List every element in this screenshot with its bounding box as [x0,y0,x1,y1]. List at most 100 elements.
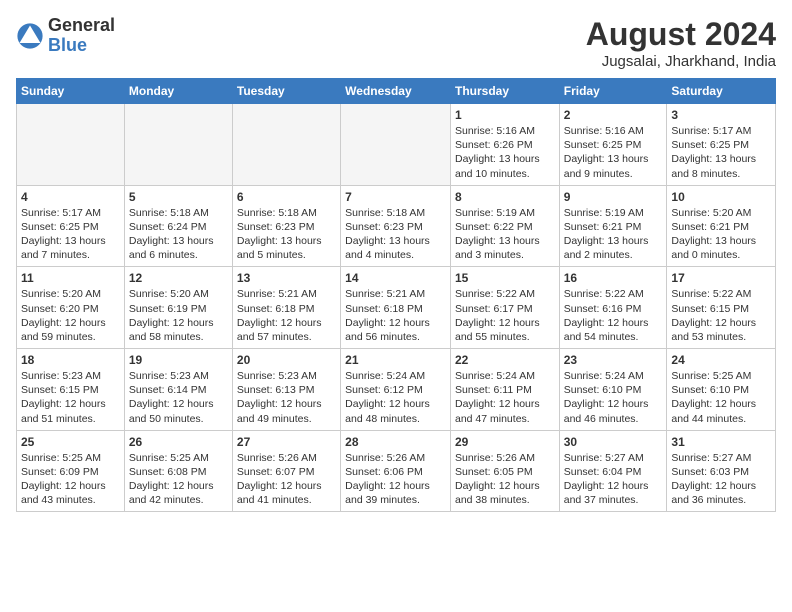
calendar-cell [232,104,340,186]
calendar-cell: 24Sunrise: 5:25 AM Sunset: 6:10 PM Dayli… [667,349,776,431]
calendar-cell: 10Sunrise: 5:20 AM Sunset: 6:21 PM Dayli… [667,185,776,267]
calendar-cell: 11 Sunrise: 5:20 AM Sunset: 6:20 PM Dayli… [17,267,125,349]
calendar-week-row: 1 Sunrise: 5:16 AM Sunset: 6:26 PM Daylig… [17,104,776,186]
day-info: Sunrise: 5:19 AM Sunset: 6:22 PM Dayligh… [455,206,555,263]
calendar-cell: 27 Sunrise: 5:26 AM Sunset: 6:07 PM Dayli… [232,430,340,512]
logo-icon [16,22,44,50]
calendar-cell [124,104,232,186]
calendar-cell: 22 Sunrise: 5:24 AM Sunset: 6:11 PM Dayli… [450,349,559,431]
day-number: 3 [671,108,771,122]
day-info: Sunrise: 5:26 AM Sunset: 6:07 PM Dayligh… [237,451,336,508]
day-info: Sunrise: 5:24 AM Sunset: 6:11 PM Dayligh… [455,369,555,426]
day-number: 13 [237,271,336,285]
day-info: Sunrise: 5:23 AM Sunset: 6:13 PM Dayligh… [237,369,336,426]
calendar-week-row: 25Sunrise: 5:25 AM Sunset: 6:09 PM Dayli… [17,430,776,512]
day-info: Sunrise: 5:17 AM Sunset: 6:25 PM Dayligh… [21,206,120,263]
day-number: 30 [564,435,663,449]
day-number: 1 [455,108,555,122]
location-subtitle: Jugsalai, Jharkhand, India [586,53,776,70]
day-number: 31 [671,435,771,449]
day-info: Sunrise: 5:24 AM Sunset: 6:12 PM Dayligh… [345,369,446,426]
calendar-cell: 8Sunrise: 5:19 AM Sunset: 6:22 PM Daylig… [450,185,559,267]
day-number: 7 [345,190,446,204]
day-info: Sunrise: 5:18 AM Sunset: 6:23 PM Dayligh… [237,206,336,263]
header-tuesday: Tuesday [232,79,340,104]
day-info: Sunrise: 5:22 AM Sunset: 6:16 PM Dayligh… [564,287,663,344]
day-number: 6 [237,190,336,204]
day-info: Sunrise: 5:22 AM Sunset: 6:17 PM Dayligh… [455,287,555,344]
calendar-cell: 5Sunrise: 5:18 AM Sunset: 6:24 PM Daylig… [124,185,232,267]
day-number: 27 [237,435,336,449]
day-info: Sunrise: 5:21 AM Sunset: 6:18 PM Dayligh… [345,287,446,344]
day-number: 25 [21,435,120,449]
day-number: 21 [345,353,446,367]
day-info: Sunrise: 5:22 AM Sunset: 6:15 PM Dayligh… [671,287,771,344]
calendar-cell: 16 Sunrise: 5:22 AM Sunset: 6:16 PM Dayli… [559,267,667,349]
day-number: 4 [21,190,120,204]
day-number: 28 [345,435,446,449]
calendar-header-row: SundayMondayTuesdayWednesdayThursdayFrid… [17,79,776,104]
calendar-week-row: 18 Sunrise: 5:23 AM Sunset: 6:15 PM Dayli… [17,349,776,431]
day-number: 24 [671,353,771,367]
logo-general: General [48,16,115,36]
calendar-cell: 28 Sunrise: 5:26 AM Sunset: 6:06 PM Dayli… [341,430,451,512]
day-number: 23 [564,353,663,367]
calendar-cell: 18 Sunrise: 5:23 AM Sunset: 6:15 PM Dayli… [17,349,125,431]
day-info: Sunrise: 5:20 AM Sunset: 6:19 PM Dayligh… [129,287,228,344]
calendar-cell: 23 Sunrise: 5:24 AM Sunset: 6:10 PM Dayli… [559,349,667,431]
logo-blue: Blue [48,36,115,56]
calendar-week-row: 11 Sunrise: 5:20 AM Sunset: 6:20 PM Dayli… [17,267,776,349]
day-number: 16 [564,271,663,285]
day-info: Sunrise: 5:23 AM Sunset: 6:14 PM Dayligh… [129,369,228,426]
day-number: 19 [129,353,228,367]
header-thursday: Thursday [450,79,559,104]
day-info: Sunrise: 5:18 AM Sunset: 6:24 PM Dayligh… [129,206,228,263]
calendar-cell [341,104,451,186]
month-year-title: August 2024 [586,16,776,53]
day-info: Sunrise: 5:16 AM Sunset: 6:25 PM Dayligh… [564,124,663,181]
day-info: Sunrise: 5:20 AM Sunset: 6:21 PM Dayligh… [671,206,771,263]
day-info: Sunrise: 5:16 AM Sunset: 6:26 PM Dayligh… [455,124,555,181]
day-number: 2 [564,108,663,122]
calendar-cell: 26 Sunrise: 5:25 AM Sunset: 6:08 PM Dayli… [124,430,232,512]
day-number: 22 [455,353,555,367]
day-number: 17 [671,271,771,285]
calendar-cell: 3 Sunrise: 5:17 AM Sunset: 6:25 PM Daylig… [667,104,776,186]
header-friday: Friday [559,79,667,104]
day-number: 15 [455,271,555,285]
day-info: Sunrise: 5:25 AM Sunset: 6:08 PM Dayligh… [129,451,228,508]
day-info: Sunrise: 5:19 AM Sunset: 6:21 PM Dayligh… [564,206,663,263]
calendar-cell: 6 Sunrise: 5:18 AM Sunset: 6:23 PM Daylig… [232,185,340,267]
day-info: Sunrise: 5:20 AM Sunset: 6:20 PM Dayligh… [21,287,120,344]
header-monday: Monday [124,79,232,104]
calendar-cell: 21 Sunrise: 5:24 AM Sunset: 6:12 PM Dayli… [341,349,451,431]
calendar-table: SundayMondayTuesdayWednesdayThursdayFrid… [16,78,776,512]
day-info: Sunrise: 5:23 AM Sunset: 6:15 PM Dayligh… [21,369,120,426]
calendar-cell: 19 Sunrise: 5:23 AM Sunset: 6:14 PM Dayli… [124,349,232,431]
day-number: 29 [455,435,555,449]
calendar-cell: 20Sunrise: 5:23 AM Sunset: 6:13 PM Dayli… [232,349,340,431]
calendar-cell: 13Sunrise: 5:21 AM Sunset: 6:18 PM Dayli… [232,267,340,349]
title-block: August 2024 Jugsalai, Jharkhand, India [586,16,776,70]
calendar-cell: 17 Sunrise: 5:22 AM Sunset: 6:15 PM Dayli… [667,267,776,349]
calendar-cell: 25Sunrise: 5:25 AM Sunset: 6:09 PM Dayli… [17,430,125,512]
day-number: 18 [21,353,120,367]
calendar-cell: 14 Sunrise: 5:21 AM Sunset: 6:18 PM Dayli… [341,267,451,349]
day-number: 11 [21,271,120,285]
calendar-cell: 4 Sunrise: 5:17 AM Sunset: 6:25 PM Daylig… [17,185,125,267]
day-info: Sunrise: 5:26 AM Sunset: 6:06 PM Dayligh… [345,451,446,508]
header-saturday: Saturday [667,79,776,104]
calendar-cell: 2 Sunrise: 5:16 AM Sunset: 6:25 PM Daylig… [559,104,667,186]
page-header: General Blue August 2024 Jugsalai, Jhark… [16,16,776,70]
day-info: Sunrise: 5:17 AM Sunset: 6:25 PM Dayligh… [671,124,771,181]
calendar-cell: 12Sunrise: 5:20 AM Sunset: 6:19 PM Dayli… [124,267,232,349]
calendar-cell: 7 Sunrise: 5:18 AM Sunset: 6:23 PM Daylig… [341,185,451,267]
logo-text: General Blue [48,16,115,56]
day-info: Sunrise: 5:27 AM Sunset: 6:03 PM Dayligh… [671,451,771,508]
header-wednesday: Wednesday [341,79,451,104]
day-info: Sunrise: 5:18 AM Sunset: 6:23 PM Dayligh… [345,206,446,263]
day-info: Sunrise: 5:24 AM Sunset: 6:10 PM Dayligh… [564,369,663,426]
day-number: 26 [129,435,228,449]
day-info: Sunrise: 5:26 AM Sunset: 6:05 PM Dayligh… [455,451,555,508]
day-number: 14 [345,271,446,285]
